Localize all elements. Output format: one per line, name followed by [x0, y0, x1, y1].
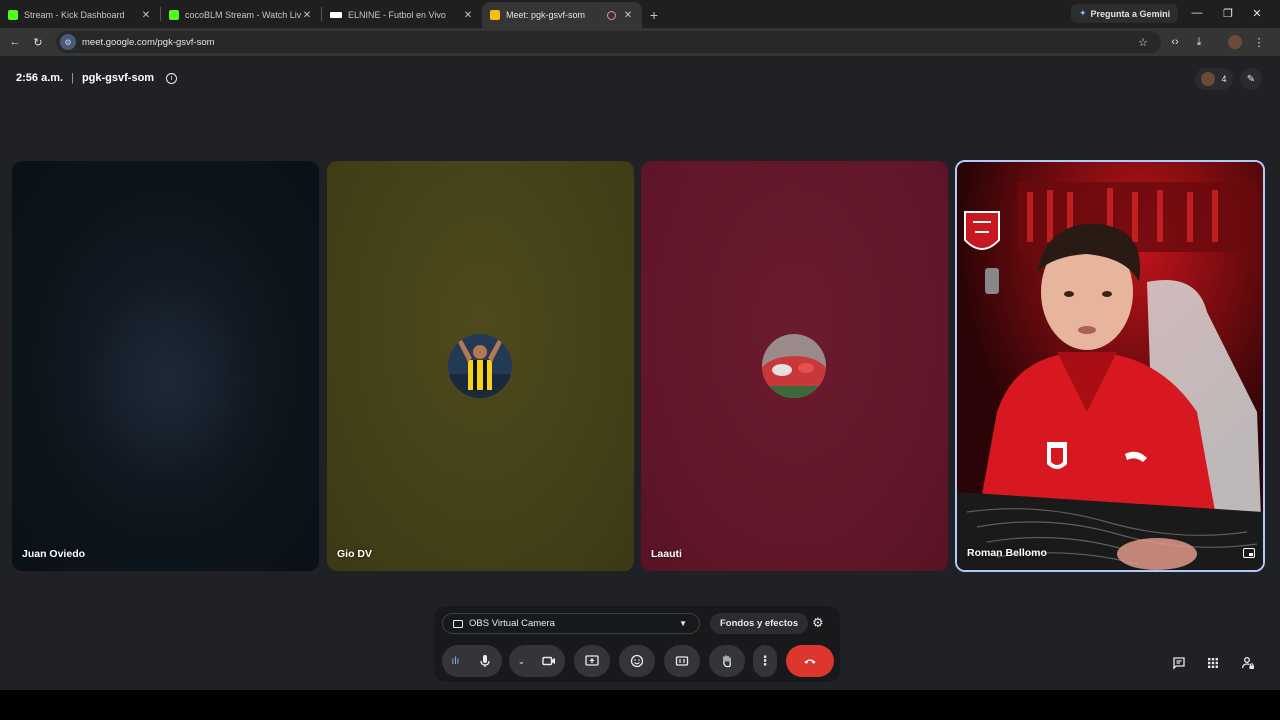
chevron-down-icon[interactable]: ⌄	[518, 656, 526, 667]
raise-hand-button[interactable]	[709, 645, 745, 677]
close-tab-icon[interactable]: ✕	[462, 10, 474, 21]
host-controls-button[interactable]	[1239, 654, 1257, 672]
tab-title: cocoBLM Stream - Watch Live o	[185, 10, 301, 20]
info-icon[interactable]: i	[166, 72, 178, 84]
participant-tile-active[interactable]: Roman Bellomo	[955, 160, 1265, 572]
tab-title: ELNINE - Futbol en Vivo	[348, 10, 446, 20]
site-info-icon[interactable]: ⚙	[60, 34, 76, 50]
lock-person-icon	[1241, 657, 1254, 669]
participant-name: Gio DV	[337, 548, 373, 560]
address-bar[interactable]: ⚙ meet.google.com/pgk-gsvf-som	[56, 31, 1161, 53]
close-window-button[interactable]: ✕	[1241, 0, 1273, 26]
back-arrow-icon[interactable]: ←	[6, 33, 24, 51]
gemini-sparkle-icon: ✦	[1079, 8, 1087, 18]
meet-icon	[490, 10, 500, 20]
leave-call-button[interactable]	[786, 645, 834, 677]
backgrounds-effects-label: Fondos y efectos	[720, 618, 799, 629]
elnine-icon	[330, 12, 342, 18]
meeting-time: 2:56 a.m.	[16, 72, 64, 84]
tab-title: Meet: pgk-gsvf-som	[506, 10, 586, 20]
new-tab-button[interactable]: +	[642, 2, 666, 28]
close-tab-icon[interactable]: ✕	[301, 10, 313, 21]
backgrounds-effects-button[interactable]: Fondos y efectos	[710, 613, 809, 634]
settings-gear-icon[interactable]: ⚙	[812, 615, 824, 631]
minimize-button[interactable]: —	[1181, 0, 1213, 26]
participant-avatar	[762, 334, 826, 398]
camera-feed	[957, 162, 1263, 570]
maximize-button[interactable]: ❐	[1212, 0, 1244, 26]
bookmark-star-icon[interactable]: ☆	[1134, 33, 1152, 51]
meet-area: 2:56 a.m. | pgk-gsvf-som i 4 ✎ Juan Ovie…	[0, 56, 1280, 690]
hang-up-icon	[804, 659, 816, 664]
code-icon[interactable]: ‹›	[1166, 33, 1184, 51]
gemini-label: Pregunta a Gemini	[1090, 8, 1171, 19]
more-options-button[interactable]: ⋮	[753, 645, 777, 677]
activities-button[interactable]	[1204, 654, 1222, 672]
menu-kebab-icon[interactable]: ⋮	[1250, 33, 1268, 51]
close-tab-icon[interactable]: ✕	[622, 10, 634, 21]
reload-icon[interactable]: ↻	[29, 33, 47, 51]
chat-icon	[1173, 657, 1185, 670]
participant-tile[interactable]: Juan Oviedo	[12, 161, 319, 571]
participant-avatar	[1201, 72, 1216, 86]
participant-name: Laauti	[651, 548, 682, 560]
browser-toolbar: ← ↻ ⚙ meet.google.com/pgk-gsvf-som ☆ ‹› …	[0, 28, 1280, 56]
tab-cocoblm-stream[interactable]: cocoBLM Stream - Watch Live o ✕	[161, 2, 321, 28]
host-controls-icon[interactable]: ✎	[1240, 68, 1262, 90]
taskbar-strip	[0, 690, 1280, 720]
tab-kick-dashboard[interactable]: Stream - Kick Dashboard ✕	[0, 2, 160, 28]
dim-camera-feed	[82, 281, 252, 481]
present-screen-button[interactable]	[574, 645, 610, 677]
microphone-icon	[480, 655, 491, 667]
kick-icon	[169, 10, 179, 20]
captions-button[interactable]	[664, 645, 700, 677]
url-text[interactable]: meet.google.com/pgk-gsvf-som	[82, 37, 215, 48]
video-camera-icon	[453, 619, 463, 628]
more-vertical-icon: ⋮	[758, 653, 772, 668]
audio-level-icon: ılı	[451, 655, 460, 667]
hand-icon	[723, 655, 732, 668]
captions-icon	[675, 656, 689, 666]
camera-select[interactable]: OBS Virtual Camera ▼	[442, 613, 700, 634]
tab-title: Stream - Kick Dashboard	[24, 10, 125, 20]
participant-count: 4	[1221, 74, 1227, 84]
participant-avatar	[448, 334, 512, 398]
close-tab-icon[interactable]: ✕	[140, 10, 152, 21]
apps-grid-icon	[1208, 658, 1218, 668]
participants-chip[interactable]: 4	[1195, 68, 1233, 90]
gemini-button[interactable]: ✦ Pregunta a Gemini	[1071, 4, 1179, 23]
participant-tile[interactable]: Laauti	[641, 161, 948, 571]
dropdown-caret-icon: ▼	[679, 619, 687, 628]
participant-name: Roman Bellomo	[967, 547, 1047, 559]
tab-meet[interactable]: Meet: pgk-gsvf-som ✕	[482, 2, 642, 28]
kick-icon	[8, 10, 18, 20]
participant-name: Juan Oviedo	[22, 548, 86, 560]
meeting-code: pgk-gsvf-som	[81, 72, 155, 84]
present-screen-icon	[585, 655, 599, 666]
microphone-button[interactable]: ılı	[442, 645, 502, 677]
tab-elnine[interactable]: ELNINE - Futbol en Vivo ✕	[322, 2, 482, 28]
picture-in-picture-icon[interactable]	[1243, 548, 1255, 558]
participant-tile[interactable]: Gio DV	[327, 161, 634, 571]
header-divider: |	[71, 72, 74, 84]
download-icon[interactable]: ⤓	[1190, 33, 1208, 51]
profile-avatar[interactable]	[1226, 33, 1244, 51]
recording-icon	[607, 10, 616, 20]
emoji-icon	[630, 654, 644, 668]
meeting-header: 2:56 a.m. | pgk-gsvf-som i	[16, 72, 178, 84]
camera-button[interactable]: ⌄	[509, 645, 565, 677]
camera-select-value: OBS Virtual Camera	[469, 618, 555, 629]
chat-button[interactable]	[1170, 654, 1188, 672]
video-camera-icon	[542, 656, 556, 666]
reactions-button[interactable]	[619, 645, 655, 677]
